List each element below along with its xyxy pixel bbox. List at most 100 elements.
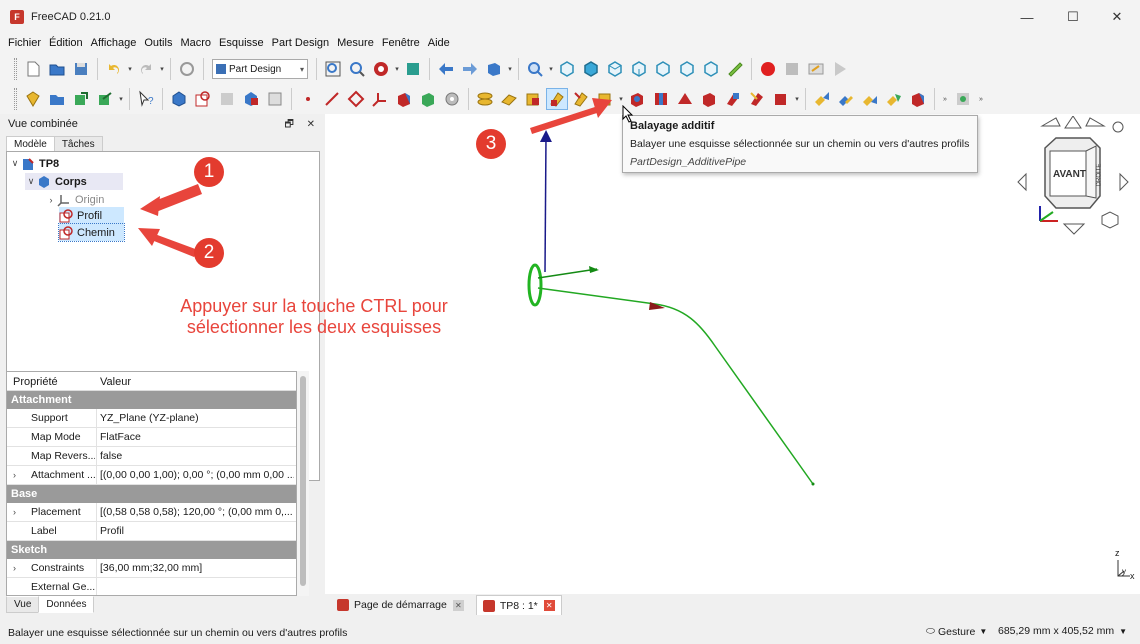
3d-viewport[interactable]: AVANT DROITE z y x: [325, 114, 1140, 594]
fit-all-icon[interactable]: [322, 58, 344, 80]
bounding-box-icon[interactable]: [402, 58, 424, 80]
dimensions-selector[interactable]: 685,29 mm x 405,52 mm ▼: [998, 625, 1127, 637]
view-menu-icon[interactable]: [1112, 121, 1124, 133]
toolbar-overflow-icon-2[interactable]: »: [975, 96, 987, 103]
tab-vue[interactable]: Vue: [6, 596, 40, 613]
subtractive-helix-icon[interactable]: [746, 88, 768, 110]
datum-point-icon[interactable]: [297, 88, 319, 110]
inspection-icon[interactable]: [952, 88, 974, 110]
polar-pattern-icon[interactable]: [859, 88, 881, 110]
macro-run-icon[interactable]: [829, 58, 851, 80]
menu-outils[interactable]: Outils: [140, 37, 176, 49]
local-cs-icon[interactable]: [369, 88, 391, 110]
property-row[interactable]: External Ge...: [7, 578, 296, 595]
chevron-down-icon[interactable]: ∨: [9, 158, 21, 169]
hole-icon[interactable]: [650, 88, 672, 110]
additive-primitive-icon[interactable]: [522, 88, 544, 110]
menu-mesure[interactable]: Mesure: [333, 37, 378, 49]
datum-line-icon[interactable]: [321, 88, 343, 110]
refresh-icon[interactable]: [176, 58, 198, 80]
subtractive-pipe-icon-2[interactable]: [722, 88, 744, 110]
forward-arrow-icon[interactable]: [459, 58, 481, 80]
rotate-left-arrow-icon[interactable]: [1040, 117, 1061, 127]
additive-primitive-dropdown-icon[interactable]: ▾: [617, 95, 625, 103]
workbench-selector[interactable]: Part Design ▾: [212, 59, 308, 79]
tree-item-document[interactable]: ∨ TP8: [9, 155, 59, 172]
whats-this-icon[interactable]: ?: [135, 88, 157, 110]
gear-icon[interactable]: [441, 88, 463, 110]
linear-pattern-icon[interactable]: [835, 88, 857, 110]
menu-fenetre[interactable]: Fenêtre: [378, 37, 424, 49]
property-value[interactable]: Profil: [100, 525, 294, 537]
property-value[interactable]: false: [100, 450, 294, 462]
multi-transform-icon[interactable]: [883, 88, 905, 110]
toolbar-overflow-icon[interactable]: »: [939, 96, 951, 103]
property-value[interactable]: YZ_Plane (YZ-plane): [100, 412, 294, 424]
property-row[interactable]: › Constraints [36,00 mm;32,00 mm]: [7, 559, 296, 578]
property-row[interactable]: › Placement [(0,58 0,58 0,58); 120,00 °; (…: [7, 503, 296, 522]
close-tab-icon[interactable]: ✕: [543, 600, 555, 611]
redo-dropdown-icon[interactable]: ▾: [158, 65, 166, 73]
chevron-right-icon[interactable]: ›: [13, 470, 16, 480]
property-group-attachment[interactable]: Attachment: [7, 391, 296, 409]
clone-icon[interactable]: [264, 88, 286, 110]
float-panel-icon[interactable]: 🗗: [284, 119, 293, 130]
subtractive-pipe-icon[interactable]: [570, 88, 592, 110]
link-actions-icon[interactable]: [94, 88, 116, 110]
new-document-icon[interactable]: [22, 58, 44, 80]
view-rear-icon[interactable]: [652, 58, 674, 80]
pad-icon[interactable]: [393, 88, 415, 110]
scrollbar-thumb[interactable]: [300, 376, 306, 586]
additive-helix-icon[interactable]: [498, 88, 520, 110]
subtractive-primitive-dropdown-icon[interactable]: ▾: [793, 95, 801, 103]
undo-icon[interactable]: [103, 58, 125, 80]
tab-start-page[interactable]: Page de démarrage ✕: [331, 595, 470, 615]
link-dropdown-icon[interactable]: ▾: [117, 95, 125, 103]
tree-item-chemin[interactable]: Chemin: [58, 223, 125, 242]
additive-box-icon[interactable]: [594, 88, 616, 110]
menu-fichier[interactable]: Fichier: [4, 37, 45, 49]
new-sketch-icon[interactable]: [192, 88, 214, 110]
tab-donnees[interactable]: Données: [38, 596, 95, 613]
validate-sketch-icon[interactable]: [216, 88, 238, 110]
minimize-button[interactable]: —: [1004, 0, 1050, 34]
macro-record-icon[interactable]: [757, 58, 779, 80]
back-arrow-icon[interactable]: [435, 58, 457, 80]
close-panel-icon[interactable]: ✕: [307, 119, 315, 130]
property-row[interactable]: Support YZ_Plane (YZ-plane): [7, 409, 296, 428]
view-left-arrow-icon[interactable]: [1017, 172, 1027, 192]
view-up-arrow-icon[interactable]: [1064, 116, 1082, 129]
link-icon[interactable]: [70, 88, 92, 110]
menu-aide[interactable]: Aide: [424, 37, 454, 49]
part-icon[interactable]: [22, 88, 44, 110]
menu-edition[interactable]: Édition: [45, 37, 87, 49]
nav-cube-right-face[interactable]: [1085, 145, 1097, 199]
draw-style-icon[interactable]: [370, 58, 392, 80]
property-value[interactable]: [(0,58 0,58 0,58); 120,00 °; (0,00 mm 0,…: [100, 506, 294, 518]
body-icon[interactable]: [168, 88, 190, 110]
view-top-icon[interactable]: [604, 58, 626, 80]
draw-style-dropdown-icon[interactable]: ▾: [393, 65, 401, 73]
toolbar-grip[interactable]: [14, 58, 17, 80]
url-icon[interactable]: [483, 58, 505, 80]
chevron-right-icon[interactable]: ›: [13, 563, 16, 573]
rotate-right-arrow-icon[interactable]: [1085, 117, 1106, 127]
open-folder-icon[interactable]: [46, 58, 68, 80]
close-tab-icon[interactable]: ✕: [452, 599, 464, 611]
property-row[interactable]: › Attachment ... [(0,00 0,00 1,00); 0,00 °…: [7, 466, 296, 485]
macro-edit-icon[interactable]: [805, 58, 827, 80]
view-bottom-icon[interactable]: [676, 58, 698, 80]
view-iso-icon[interactable]: [556, 58, 578, 80]
property-value[interactable]: [(0,00 0,00 1,00); 0,00 °; (0,00 mm 0,00…: [100, 469, 294, 481]
view-left-icon[interactable]: [700, 58, 722, 80]
shape-binder-icon[interactable]: [240, 88, 262, 110]
groove-icon[interactable]: [674, 88, 696, 110]
zoom-dropdown-icon[interactable]: ▾: [547, 65, 555, 73]
property-scrollbar[interactable]: [297, 371, 309, 596]
property-group-sketch[interactable]: Sketch: [7, 541, 296, 559]
chevron-down-icon[interactable]: ∨: [25, 176, 37, 187]
menu-esquisse[interactable]: Esquisse: [215, 37, 268, 49]
mirrored-icon[interactable]: [811, 88, 833, 110]
group-folder-icon[interactable]: [46, 88, 68, 110]
boolean-icon[interactable]: [907, 88, 929, 110]
